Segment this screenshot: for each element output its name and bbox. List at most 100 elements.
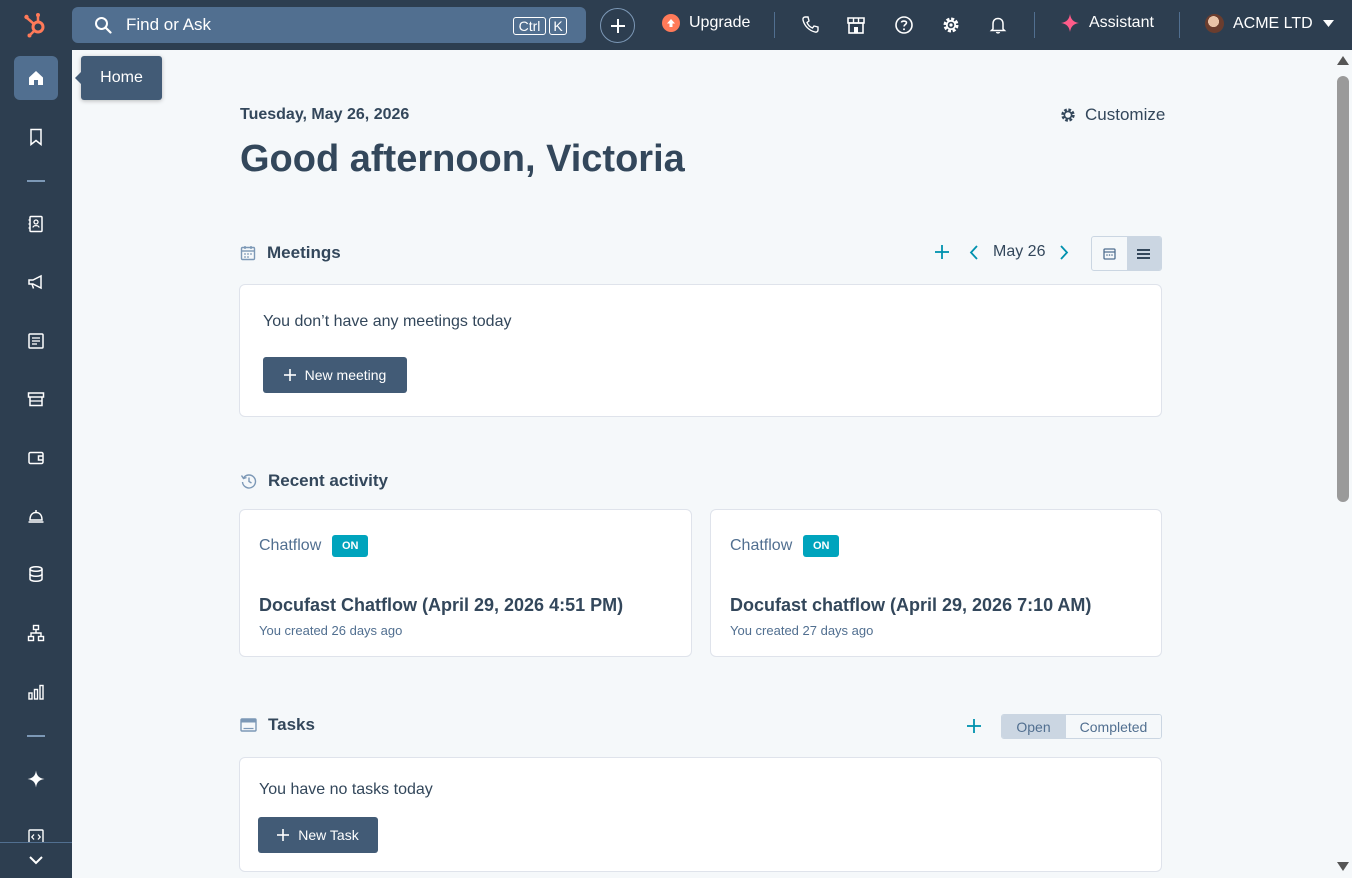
hubspot-logo-icon[interactable] [0,0,72,50]
account-menu[interactable]: ACME LTD [1205,14,1334,33]
sidebar-item-breeze[interactable] [14,757,58,801]
global-search-bar[interactable]: Find or Ask Ctrl K [72,7,586,43]
meetings-card: You don’t have any meetings today New me… [239,284,1162,417]
content-icon [28,333,44,349]
recent-activity-title: Recent activity [268,471,388,490]
new-meeting-label: New meeting [304,367,387,383]
tasks-filter-tabs: Open Completed [1001,714,1162,739]
activity-title[interactable]: Docufast chatflow (April 29, 2026 7:10 A… [730,595,1091,616]
topbar-divider [774,12,775,38]
customize-button[interactable]: Customize [1060,105,1165,125]
sidebar-item-marketing[interactable] [14,260,58,304]
sidebar-item-content[interactable] [14,319,58,363]
current-date: Tuesday, May 26, 2026 [240,106,410,123]
sparkle-icon [1061,14,1079,32]
notifications-bell-icon[interactable] [988,15,1008,35]
marketplace-icon[interactable] [846,15,866,35]
status-badge: ON [803,535,840,557]
sidebar-item-reporting[interactable] [14,670,58,714]
activity-card[interactable]: Chatflow ON Docufast chatflow (April 29,… [710,509,1162,657]
workflow-icon [27,624,45,642]
activity-subtitle: You created 27 days ago [730,623,874,638]
activity-subtitle: You created 26 days ago [259,623,403,638]
sidebar-item-commerce[interactable] [14,436,58,480]
plus-icon [610,18,625,33]
search-input[interactable]: Find or Ask [126,15,211,35]
upgrade-button[interactable]: Upgrade [662,14,750,32]
home-icon [29,71,43,85]
account-name: ACME LTD [1233,14,1313,32]
top-navigation-bar: Find or Ask Ctrl K Upgrade Assistant ACM… [0,0,1352,50]
left-sidebar [0,50,72,878]
tab-open[interactable]: Open [1002,715,1065,738]
bar-chart-icon [28,684,44,700]
sidebar-item-automation[interactable] [14,611,58,655]
sidebar-item-home[interactable] [14,56,58,100]
sparkle-icon [27,770,45,788]
recent-activity-section-header: Recent activity [240,471,388,491]
next-day-button[interactable] [1058,244,1070,260]
meetings-date-label: May 26 [993,243,1046,260]
create-new-button[interactable] [600,8,635,43]
page-title: Good afternoon, Victoria [240,138,685,180]
search-icon [95,17,112,34]
add-meeting-button[interactable] [934,244,950,260]
scroll-down-arrow-icon[interactable] [1337,862,1349,871]
list-icon [1137,248,1151,259]
chevron-right-icon [1059,244,1068,260]
activity-type: Chatflow ON [259,535,369,557]
plus-icon [277,829,290,841]
activity-type-label: Chatflow [730,537,793,554]
sidebar-item-sales[interactable] [14,377,58,421]
scroll-up-arrow-icon[interactable] [1337,56,1349,65]
phone-icon[interactable] [800,15,820,35]
list-view-button[interactable] [1126,237,1161,270]
sidebar-item-service[interactable] [14,494,58,538]
add-task-button[interactable] [966,718,982,734]
plus-icon [283,369,296,381]
sidebar-divider [27,180,45,182]
gear-icon [1061,108,1075,122]
sidebar-item-crm[interactable] [14,202,58,246]
activity-type: Chatflow ON [730,535,840,557]
activity-title[interactable]: Docufast Chatflow (April 29, 2026 4:51 P… [259,595,623,616]
bookmark-icon [30,128,42,146]
settings-gear-icon[interactable] [941,15,961,35]
sidebar-expand-button[interactable] [0,842,72,878]
new-task-label: New Task [298,827,359,843]
new-task-button[interactable]: New Task [258,817,378,853]
assistant-button[interactable]: Assistant [1061,14,1154,32]
home-dashboard: Tuesday, May 26, 2026 Good afternoon, Vi… [72,50,1334,878]
service-bell-icon [28,510,44,523]
page-scrollbar[interactable] [1334,50,1352,878]
megaphone-icon [28,274,42,290]
previous-day-button[interactable] [967,244,979,260]
scrollbar-thumb[interactable] [1337,76,1349,502]
storefront-icon [27,392,45,407]
meetings-empty-text: You don’t have any meetings today [263,313,512,330]
topbar-divider [1034,12,1035,38]
tab-completed[interactable]: Completed [1065,715,1161,738]
chevron-down-icon [29,856,43,865]
topbar-divider [1179,12,1180,38]
avatar [1205,14,1224,33]
activity-type-label: Chatflow [259,537,322,554]
contacts-icon [28,215,43,233]
upgrade-label: Upgrade [689,14,751,31]
sidebar-divider [27,735,45,737]
history-icon [240,474,257,489]
tasks-title: Tasks [268,715,315,734]
plus-icon [967,719,981,733]
sidebar-item-bookmarks[interactable] [14,115,58,159]
meetings-title: Meetings [267,243,341,262]
new-meeting-button[interactable]: New meeting [263,357,407,393]
sidebar-item-data-management[interactable] [14,552,58,596]
help-icon[interactable] [894,15,914,35]
calendar-icon [240,246,256,261]
calendar-icon [1103,248,1116,260]
tasks-section-header: Tasks [240,715,315,735]
wallet-icon [28,451,44,465]
activity-card[interactable]: Chatflow ON Docufast Chatflow (April 29,… [239,509,692,657]
caret-down-icon [1322,20,1334,27]
calendar-view-button[interactable] [1092,237,1127,270]
